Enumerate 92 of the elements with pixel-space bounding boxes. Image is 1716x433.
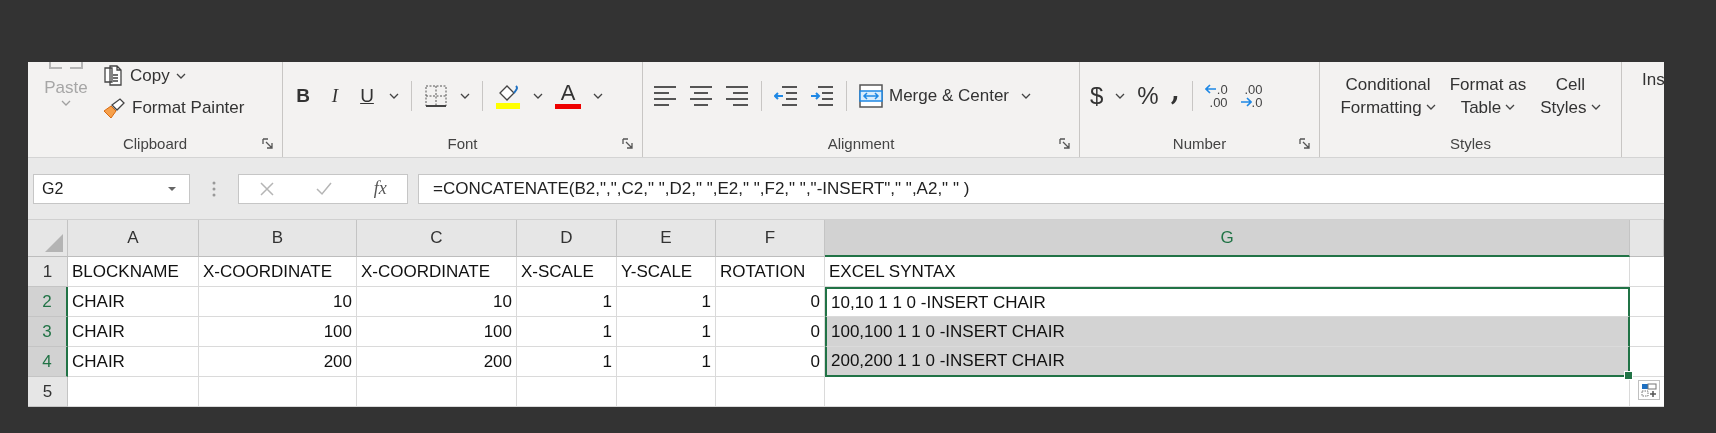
dropdown-arrow-icon [167,185,177,192]
row-header[interactable]: 4 [28,347,68,377]
column-header[interactable]: D [517,220,617,257]
caret-icon[interactable] [389,92,399,99]
table-cell: 100 [199,317,357,347]
quick-analysis-icon[interactable] [1638,380,1660,400]
table-cell: Y-SCALE [617,257,716,287]
row-header[interactable]: 5 [28,377,68,407]
align-left-icon[interactable] [653,84,677,107]
table-cell: ROTATION [716,257,825,287]
italic-button[interactable]: I [325,84,345,107]
table-cell: 1 [517,287,617,317]
align-center-icon[interactable] [689,84,713,107]
caret-icon[interactable] [1115,92,1126,99]
table-cell: X-COORDINATE [199,257,357,287]
table-cell: 200 [199,347,357,377]
comma-style-button[interactable]: , [1170,75,1180,106]
decrease-decimal-button[interactable]: .00 .0 [1239,82,1263,109]
insert-button[interactable]: Ins [1642,70,1664,90]
style-button[interactable]: Format as Table [1449,72,1527,119]
name-box[interactable]: G2 [33,173,190,204]
bold-button[interactable]: B [293,84,313,107]
table-cell: 100,100 1 1 0 -INSERT CHAIR [825,317,1630,347]
table-cell: CHAIR [68,317,199,347]
table-cell: 1 [517,317,617,347]
table-cell: 1 [517,347,617,377]
percent-button[interactable]: % [1137,81,1159,110]
borders-icon[interactable] [424,83,448,108]
dialog-launcher-icon[interactable] [622,138,634,150]
caret-icon[interactable] [1021,92,1031,99]
caret-icon[interactable] [460,92,470,99]
drag-handle-icon[interactable] [212,180,216,197]
align-right-icon[interactable] [725,84,749,107]
column-header[interactable]: E [617,220,716,257]
group-label: Clipboard [122,134,188,152]
table-cell: 10,10 1 1 0 -INSERT CHAIR [825,287,1630,317]
table-cell: X-COORDINATE [357,257,517,287]
caret-icon [1425,104,1436,110]
column-header[interactable]: B [199,220,357,257]
table-cell: BLOCKNAME [68,257,199,287]
caret-icon[interactable] [533,92,543,99]
merge-icon [859,83,883,108]
font-color-button[interactable]: A [555,82,581,109]
group-label: Font [447,134,478,152]
column-header[interactable]: G [825,220,1630,257]
format-painter-button[interactable]: Format Painter [132,97,245,118]
decrease-indent-icon[interactable] [774,84,798,107]
underline-button[interactable]: U [357,84,377,107]
row-header[interactable]: 2 [28,287,68,317]
merge-center-button[interactable]: Merge & Center [859,83,1009,108]
fill-color-icon[interactable] [495,82,521,109]
table-cell: X-SCALE [517,257,617,287]
column-header[interactable]: C [357,220,517,257]
table-cell: 10 [357,287,517,317]
copy-icon [102,64,124,87]
table-cell: 100 [357,317,517,347]
style-button[interactable]: Conditional Formatting [1340,72,1436,119]
formula-field[interactable]: =CONCATENATE(B2,",",C2," ",D2," ",E2," ",F2," ","-INSERT"," ",A2," " ) [418,173,1664,204]
insert-function-button[interactable]: fx [373,178,387,199]
table-cell: CHAIR [68,347,199,377]
increase-decimal-button[interactable]: .0 .00 [1204,82,1228,109]
style-button[interactable]: Cell Styles [1540,72,1601,119]
dialog-launcher-icon[interactable] [1299,138,1311,150]
column-header[interactable]: A [68,220,199,257]
table-cell: 1 [617,287,716,317]
group-label: Alignment [827,134,895,152]
left-arrow-icon [1204,83,1217,94]
dialog-launcher-icon[interactable] [262,138,274,150]
group-label: Number [1172,134,1227,152]
column-header[interactable]: F [716,220,825,257]
dialog-launcher-icon[interactable] [1059,138,1071,150]
group-label: Styles [1450,134,1491,152]
caret-icon [1505,104,1516,110]
caret-icon[interactable] [593,92,603,99]
table-cell: CHAIR [68,287,199,317]
table-cell: 1 [617,317,716,347]
clipboard-icon [48,62,84,70]
table-cell: 10 [199,287,357,317]
right-arrow-icon [1239,96,1252,107]
copy-button[interactable]: Copy [130,65,170,86]
caret-icon[interactable] [175,72,186,79]
paintbrush-icon [102,96,126,119]
row-header[interactable]: 3 [28,317,68,347]
currency-button[interactable]: $ [1090,81,1104,110]
check-icon[interactable] [315,180,334,197]
table-cell: 200 [357,347,517,377]
fill-handle[interactable] [1624,371,1633,380]
row-header[interactable]: 1 [28,257,68,287]
caret-icon [1590,104,1601,110]
table-cell: 200,200 1 1 0 -INSERT CHAIR [825,347,1630,377]
increase-indent-icon[interactable] [810,84,834,107]
table-cell: 1 [617,347,716,377]
